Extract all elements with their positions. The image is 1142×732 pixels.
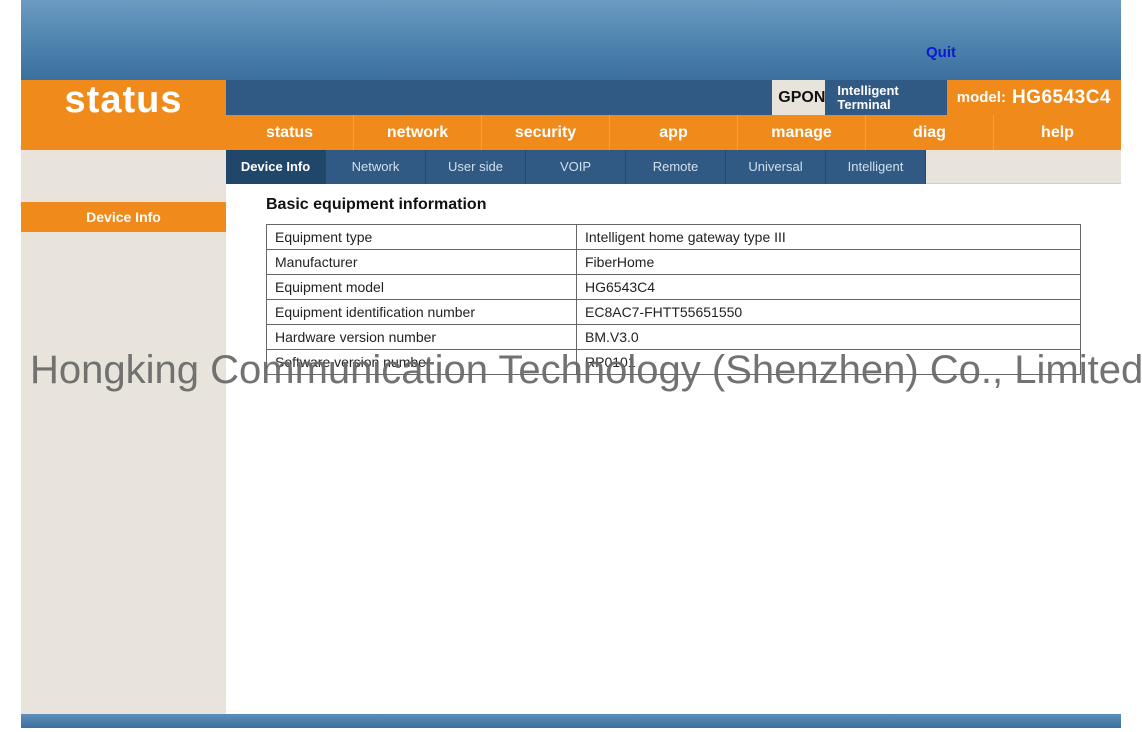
sub-nav: Device Info Network User side VOIP Remot… (226, 150, 1121, 184)
section-title: Basic equipment information (266, 196, 1081, 214)
model-badge: model: HG6543C4 (947, 80, 1121, 115)
content-panel: Basic equipment information Equipment ty… (226, 184, 1121, 714)
table-row: ManufacturerFiberHome (267, 250, 1081, 275)
subnav-filler (926, 150, 1121, 184)
sidebar-item-device-info[interactable]: Device Info (21, 202, 226, 232)
table-row: Equipment identification numberEC8AC7-FH… (267, 300, 1081, 325)
device-info-table: Equipment typeIntelligent home gateway t… (266, 224, 1081, 375)
cell-key: Hardware version number (267, 325, 577, 350)
gpon-subtitle: Intelligent Terminal (831, 80, 946, 115)
sidebar: Device Info (21, 184, 226, 714)
cell-key: Manufacturer (267, 250, 577, 275)
header-row: status GPON Intelligent Terminal model: … (21, 80, 1121, 150)
nav-diag[interactable]: diag (866, 115, 994, 150)
cell-value: Intelligent home gateway type III (577, 225, 1081, 250)
nav-security[interactable]: security (482, 115, 610, 150)
cell-key: Software version number (267, 350, 577, 375)
nav-network[interactable]: network (354, 115, 482, 150)
subnav-voip[interactable]: VOIP (526, 150, 626, 184)
cell-key: Equipment identification number (267, 300, 577, 325)
nav-app[interactable]: app (610, 115, 738, 150)
app-frame: Quit status GPON Intelligent Terminal mo… (21, 0, 1121, 728)
device-type-strip: GPON Intelligent Terminal model: HG6543C… (226, 80, 1121, 115)
table-row: Software version numberRP0101 (267, 350, 1081, 375)
gpon-sub-line2: Terminal (837, 98, 898, 112)
cell-value: RP0101 (577, 350, 1081, 375)
nav-manage[interactable]: manage (738, 115, 866, 150)
cell-value: EC8AC7-FHTT55651550 (577, 300, 1081, 325)
table-row: Hardware version numberBM.V3.0 (267, 325, 1081, 350)
gpon-sub-line1: Intelligent (837, 84, 898, 98)
cell-key: Equipment model (267, 275, 577, 300)
cell-value: HG6543C4 (577, 275, 1081, 300)
model-value: HG6543C4 (1012, 87, 1111, 109)
cell-value: FiberHome (577, 250, 1081, 275)
subnav-intelligent[interactable]: Intelligent (826, 150, 926, 184)
subnav-universal[interactable]: Universal (726, 150, 826, 184)
sidebar-top-gap (21, 150, 226, 184)
quit-link[interactable]: Quit (926, 44, 956, 61)
table-row: Equipment modelHG6543C4 (267, 275, 1081, 300)
footer-strip (21, 714, 1121, 728)
model-label: model: (957, 89, 1006, 106)
subnav-remote[interactable]: Remote (626, 150, 726, 184)
table-row: Equipment typeIntelligent home gateway t… (267, 225, 1081, 250)
cell-key: Equipment type (267, 225, 577, 250)
gpon-label: GPON (772, 80, 825, 115)
cell-value: BM.V3.0 (577, 325, 1081, 350)
top-banner: Quit (21, 0, 1121, 80)
nav-status[interactable]: status (226, 115, 354, 150)
subnav-device-info[interactable]: Device Info (226, 150, 326, 184)
nav-help[interactable]: help (994, 115, 1121, 150)
body: Device Info Basic equipment information … (21, 184, 1121, 714)
subnav-user-side[interactable]: User side (426, 150, 526, 184)
main-nav: status network security app manage diag … (226, 115, 1121, 150)
subnav-network[interactable]: Network (326, 150, 426, 184)
